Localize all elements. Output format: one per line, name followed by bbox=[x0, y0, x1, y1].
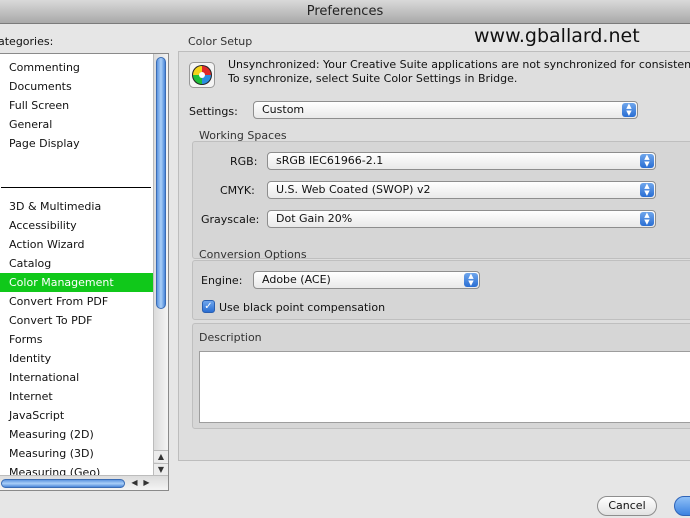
cmyk-value: U.S. Web Coated (SWOP) v2 bbox=[276, 183, 431, 196]
category-item-forms[interactable]: Forms bbox=[0, 330, 154, 349]
working-spaces-title: Working Spaces bbox=[199, 129, 287, 142]
settings-label: Settings: bbox=[189, 105, 238, 118]
scroll-right-arrow-icon[interactable]: ▶ bbox=[141, 477, 152, 489]
categories-list[interactable]: Commenting Documents Full Screen General… bbox=[0, 53, 169, 491]
color-wheel-icon bbox=[189, 62, 215, 88]
black-point-label[interactable]: Use black point compensation bbox=[219, 301, 385, 314]
category-item-full-screen[interactable]: Full Screen bbox=[0, 96, 154, 115]
black-point-checkbox[interactable]: ✓ bbox=[202, 300, 215, 313]
cancel-button[interactable]: Cancel bbox=[597, 496, 657, 516]
window-title: Preferences bbox=[306, 4, 384, 19]
description-title: Description bbox=[199, 331, 262, 344]
grayscale-label: Grayscale: bbox=[201, 213, 260, 226]
updown-arrows-icon: ▲ ▼ bbox=[464, 273, 478, 287]
cmyk-popup[interactable]: U.S. Web Coated (SWOP) v2 ▲ ▼ bbox=[267, 181, 656, 199]
updown-arrows-icon: ▲ ▼ bbox=[640, 212, 654, 226]
updown-arrows-icon: ▲ ▼ bbox=[640, 183, 654, 197]
category-item-international[interactable]: International bbox=[0, 368, 154, 387]
engine-label: Engine: bbox=[201, 274, 243, 287]
watermark-text: www.gballard.net bbox=[474, 25, 640, 47]
updown-arrows-icon: ▲ ▼ bbox=[622, 103, 636, 117]
rgb-label: RGB: bbox=[230, 155, 258, 168]
horizontal-scroll-thumb[interactable] bbox=[1, 479, 125, 488]
ok-button[interactable] bbox=[674, 496, 690, 516]
category-separator bbox=[1, 187, 151, 188]
category-item-color-management[interactable]: Color Management bbox=[0, 273, 154, 292]
grayscale-popup[interactable]: Dot Gain 20% ▲ ▼ bbox=[267, 210, 656, 228]
category-item-convert-from-pdf[interactable]: Convert From PDF bbox=[0, 292, 154, 311]
sync-message: Unsynchronized: Your Creative Suite appl… bbox=[228, 58, 690, 86]
category-item-measuring-3d[interactable]: Measuring (3D) bbox=[0, 444, 154, 463]
vertical-scroll-thumb[interactable] bbox=[156, 57, 166, 309]
categories-horizontal-scrollbar[interactable]: ◀ ▶ bbox=[0, 475, 168, 490]
categories-label: ategories: bbox=[0, 35, 54, 48]
category-item-measuring-2d[interactable]: Measuring (2D) bbox=[0, 425, 154, 444]
updown-arrows-icon: ▲ ▼ bbox=[640, 154, 654, 168]
category-item-internet[interactable]: Internet bbox=[0, 387, 154, 406]
cmyk-label: CMYK: bbox=[220, 184, 255, 197]
scroll-up-arrow-icon[interactable]: ▲ bbox=[154, 450, 168, 462]
category-item-commenting[interactable]: Commenting bbox=[0, 58, 154, 77]
preferences-body: ategories: Commenting Documents Full Scr… bbox=[0, 24, 690, 518]
category-item-documents[interactable]: Documents bbox=[0, 77, 154, 96]
settings-value: Custom bbox=[262, 103, 305, 116]
rgb-value: sRGB IEC61966-2.1 bbox=[276, 154, 384, 167]
category-item-catalog[interactable]: Catalog bbox=[0, 254, 154, 273]
description-text-area bbox=[199, 351, 690, 423]
window-title-bar: Preferences bbox=[0, 0, 690, 24]
category-item-convert-to-pdf[interactable]: Convert To PDF bbox=[0, 311, 154, 330]
grayscale-value: Dot Gain 20% bbox=[276, 212, 353, 225]
rgb-popup[interactable]: sRGB IEC61966-2.1 ▲ ▼ bbox=[267, 152, 656, 170]
color-setup-title: Color Setup bbox=[188, 35, 253, 48]
scroll-down-arrow-icon[interactable]: ▼ bbox=[154, 463, 168, 475]
engine-popup[interactable]: Adobe (ACE) ▲ ▼ bbox=[253, 271, 480, 289]
categories-vertical-scrollbar[interactable]: ▲ ▼ bbox=[153, 54, 168, 476]
category-item-general[interactable]: General bbox=[0, 115, 154, 134]
category-item-accessibility[interactable]: Accessibility bbox=[0, 216, 154, 235]
category-item-action-wizard[interactable]: Action Wizard bbox=[0, 235, 154, 254]
sync-message-line1: Unsynchronized: Your Creative Suite appl… bbox=[228, 58, 690, 71]
conversion-options-title: Conversion Options bbox=[199, 248, 307, 261]
checkmark-icon: ✓ bbox=[204, 301, 213, 312]
engine-value: Adobe (ACE) bbox=[262, 273, 331, 286]
settings-popup[interactable]: Custom ▲ ▼ bbox=[253, 101, 638, 119]
category-item-3d-multimedia[interactable]: 3D & Multimedia bbox=[0, 197, 154, 216]
category-item-page-display[interactable]: Page Display bbox=[0, 134, 154, 153]
sync-message-line2: To synchronize, select Suite Color Setti… bbox=[228, 72, 518, 85]
category-item-identity[interactable]: Identity bbox=[0, 349, 154, 368]
scroll-left-arrow-icon[interactable]: ◀ bbox=[129, 477, 140, 489]
category-item-javascript[interactable]: JavaScript bbox=[0, 406, 154, 425]
